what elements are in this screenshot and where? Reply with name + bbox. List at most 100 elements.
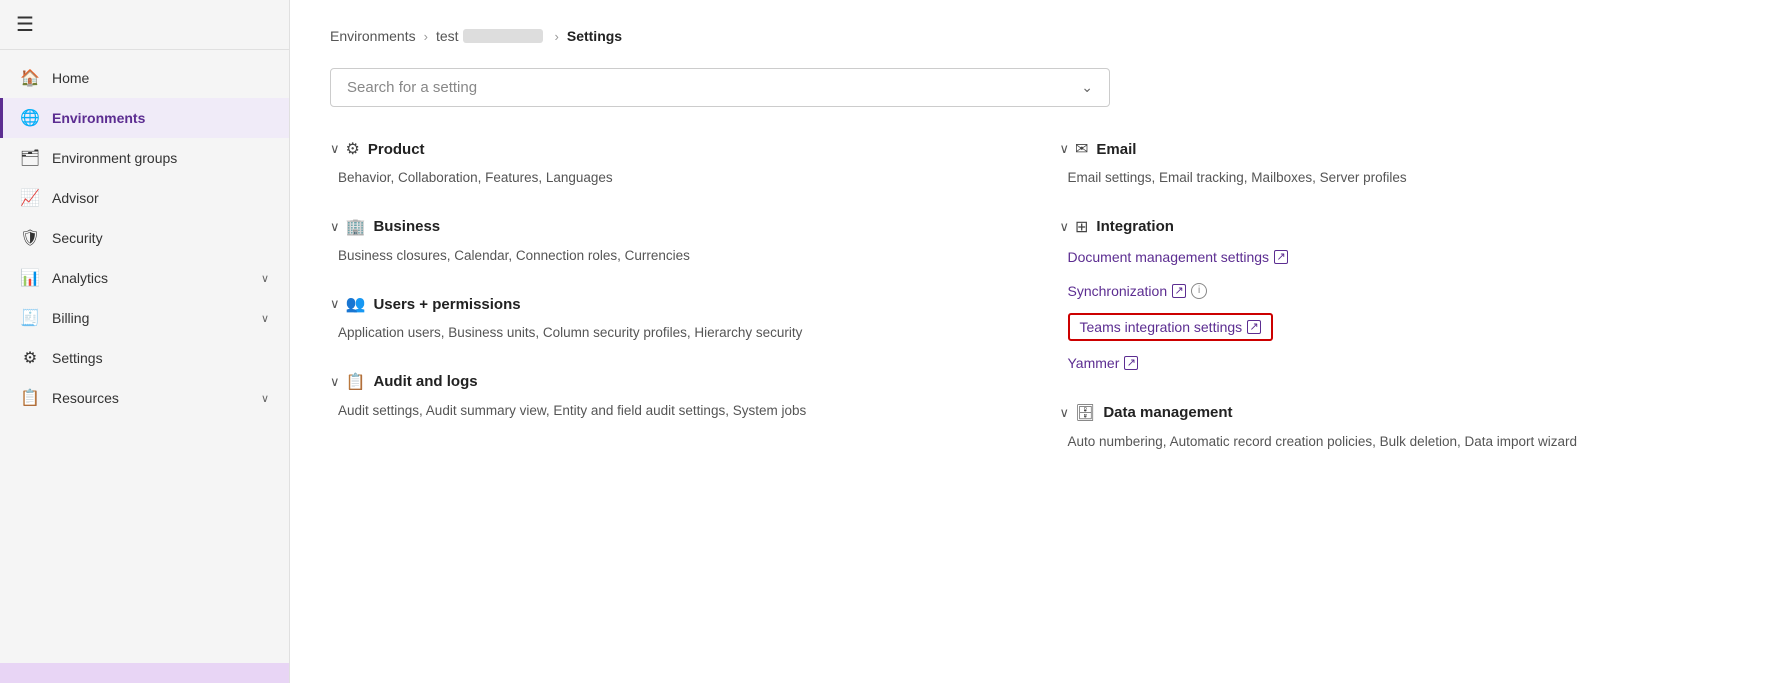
section-chevron-users-permissions-icon[interactable]: ∨: [330, 296, 340, 312]
settings-icon: ⚙: [20, 348, 40, 368]
sidebar-label-environment-groups: Environment groups: [52, 150, 269, 166]
teams-link-wrapper[interactable]: Teams integration settings ↗: [1068, 313, 1274, 341]
section-title-email: Email: [1096, 141, 1136, 158]
section-items-email: Email settings, Email tracking, Mailboxe…: [1060, 167, 1730, 189]
sidebar-label-security: Security: [52, 230, 269, 246]
resources-icon: 📋: [20, 388, 40, 408]
sidebar-item-resources[interactable]: 📋 Resources ∨: [0, 378, 289, 418]
sidebar-item-billing[interactable]: 🧾 Billing ∨: [0, 298, 289, 338]
section-items-product: Behavior, Collaboration, Features, Langu…: [330, 167, 1000, 189]
ext-link-icon-yammer: ↗: [1124, 356, 1138, 370]
section-integration: ∨ ⊞ Integration Document management sett…: [1060, 217, 1730, 375]
section-header-audit-logs: ∨ 📋 Audit and logs: [330, 372, 1000, 392]
billing-icon: 🧾: [20, 308, 40, 328]
breadcrumb-test[interactable]: test: [436, 28, 459, 44]
hamburger-icon[interactable]: ☰: [16, 14, 34, 36]
sidebar-item-analytics[interactable]: 📊 Analytics ∨: [0, 258, 289, 298]
ext-link-icon-document-management: ↗: [1274, 250, 1288, 264]
section-icon-product: ⚙: [346, 139, 360, 159]
section-items-audit-logs: Audit settings, Audit summary view, Enti…: [330, 400, 1000, 422]
section-business: ∨ 🏢 Business Business closures, Calendar…: [330, 217, 1000, 267]
breadcrumb-sep-1: ›: [424, 29, 428, 44]
left-column: ∨ ⚙ Product Behavior, Collaboration, Fea…: [330, 139, 1000, 480]
section-icon-audit-logs: 📋: [346, 372, 366, 392]
link-label-yammer: Yammer: [1068, 355, 1120, 371]
breadcrumb: Environments › test › Settings: [330, 28, 1729, 44]
section-header-users-permissions: ∨ 👥 Users + permissions: [330, 294, 1000, 314]
section-items-data-management: Auto numbering, Automatic record creatio…: [1060, 431, 1730, 453]
chevron-resources-icon: ∨: [261, 392, 269, 405]
sidebar-nav: 🏠 Home 🌐 Environments 🗂 Environment grou…: [0, 50, 289, 663]
section-header-integration: ∨ ⊞ Integration: [1060, 217, 1730, 237]
sidebar-item-advisor[interactable]: 📈 Advisor: [0, 178, 289, 218]
link-label-synchronization: Synchronization: [1068, 283, 1168, 299]
section-items-business: Business closures, Calendar, Connection …: [330, 245, 1000, 267]
sidebar-label-resources: Resources: [52, 390, 261, 406]
chevron-analytics-icon: ∨: [261, 272, 269, 285]
section-title-data-management: Data management: [1103, 404, 1232, 421]
ext-link-icon-teams-integration: ↗: [1247, 320, 1261, 334]
section-chevron-product-icon[interactable]: ∨: [330, 141, 340, 157]
sidebar-item-home[interactable]: 🏠 Home: [0, 58, 289, 98]
analytics-icon: 📊: [20, 268, 40, 288]
section-chevron-audit-logs-icon[interactable]: ∨: [330, 374, 340, 390]
section-chevron-integration-icon[interactable]: ∨: [1060, 219, 1070, 235]
advisor-icon: 📈: [20, 188, 40, 208]
section-header-product: ∨ ⚙ Product: [330, 139, 1000, 159]
section-title-integration: Integration: [1096, 218, 1174, 235]
section-title-business: Business: [373, 218, 440, 235]
section-header-data-management: ∨ 🗄 Data management: [1060, 403, 1730, 423]
section-chevron-email-icon[interactable]: ∨: [1060, 141, 1070, 157]
sidebar-item-security[interactable]: 🛡 Security: [0, 218, 289, 258]
ext-link-icon-synchronization: ↗: [1172, 284, 1186, 298]
sidebar-item-environments[interactable]: 🌐 Environments: [0, 98, 289, 138]
sidebar-item-environment-groups[interactable]: 🗂 Environment groups: [0, 138, 289, 178]
section-product: ∨ ⚙ Product Behavior, Collaboration, Fea…: [330, 139, 1000, 189]
section-title-audit-logs: Audit and logs: [373, 373, 477, 390]
environments-icon: 🌐: [20, 108, 40, 128]
section-icon-integration: ⊞: [1075, 217, 1088, 237]
section-title-users-permissions: Users + permissions: [373, 296, 520, 313]
section-chevron-data-management-icon[interactable]: ∨: [1060, 405, 1070, 421]
section-icon-users-permissions: 👥: [346, 294, 366, 314]
link-label-document-management: Document management settings: [1068, 249, 1270, 265]
section-email: ∨ ✉ Email Email settings, Email tracking…: [1060, 139, 1730, 189]
section-header-business: ∨ 🏢 Business: [330, 217, 1000, 237]
sidebar-label-billing: Billing: [52, 310, 261, 326]
sidebar-bottom: [0, 663, 289, 683]
info-icon-synchronization[interactable]: i: [1191, 283, 1207, 299]
sidebar-item-settings[interactable]: ⚙ Settings: [0, 338, 289, 378]
settings-grid: ∨ ⚙ Product Behavior, Collaboration, Fea…: [330, 139, 1729, 480]
link-yammer[interactable]: Yammer ↗: [1068, 351, 1730, 375]
security-icon: 🛡: [20, 228, 40, 248]
link-document-management[interactable]: Document management settings ↗: [1068, 245, 1730, 269]
sidebar-bottom-item[interactable]: [0, 663, 289, 683]
sidebar: ☰ 🏠 Home 🌐 Environments 🗂 Environment gr…: [0, 0, 290, 683]
environment-groups-icon: 🗂: [20, 148, 40, 168]
section-title-product: Product: [368, 141, 425, 158]
search-chevron-icon: ⌄: [1081, 79, 1093, 96]
link-label-teams-integration: Teams integration settings: [1080, 319, 1243, 335]
right-column: ∨ ✉ Email Email settings, Email tracking…: [1060, 139, 1730, 480]
breadcrumb-settings: Settings: [567, 28, 622, 44]
section-users-permissions: ∨ 👥 Users + permissions Application user…: [330, 294, 1000, 344]
home-icon: 🏠: [20, 68, 40, 88]
section-items-users-permissions: Application users, Business units, Colum…: [330, 322, 1000, 344]
search-bar[interactable]: Search for a setting ⌄: [330, 68, 1110, 107]
link-teams-integration[interactable]: Teams integration settings ↗: [1080, 319, 1262, 335]
section-icon-data-management: 🗄: [1075, 403, 1095, 423]
sidebar-label-advisor: Advisor: [52, 190, 269, 206]
breadcrumb-redacted: [463, 29, 543, 43]
search-placeholder: Search for a setting: [347, 79, 1081, 96]
link-synchronization[interactable]: Synchronization ↗ i: [1068, 279, 1730, 303]
section-icon-business: 🏢: [346, 217, 366, 237]
breadcrumb-environments[interactable]: Environments: [330, 28, 416, 44]
main-content: Environments › test › Settings Search fo…: [290, 0, 1769, 683]
chevron-billing-icon: ∨: [261, 312, 269, 325]
section-icon-email: ✉: [1075, 139, 1088, 159]
sidebar-label-analytics: Analytics: [52, 270, 261, 286]
sidebar-label-environments: Environments: [52, 110, 269, 126]
sidebar-label-settings: Settings: [52, 350, 269, 366]
section-data-management: ∨ 🗄 Data management Auto numbering, Auto…: [1060, 403, 1730, 453]
section-chevron-business-icon[interactable]: ∨: [330, 219, 340, 235]
